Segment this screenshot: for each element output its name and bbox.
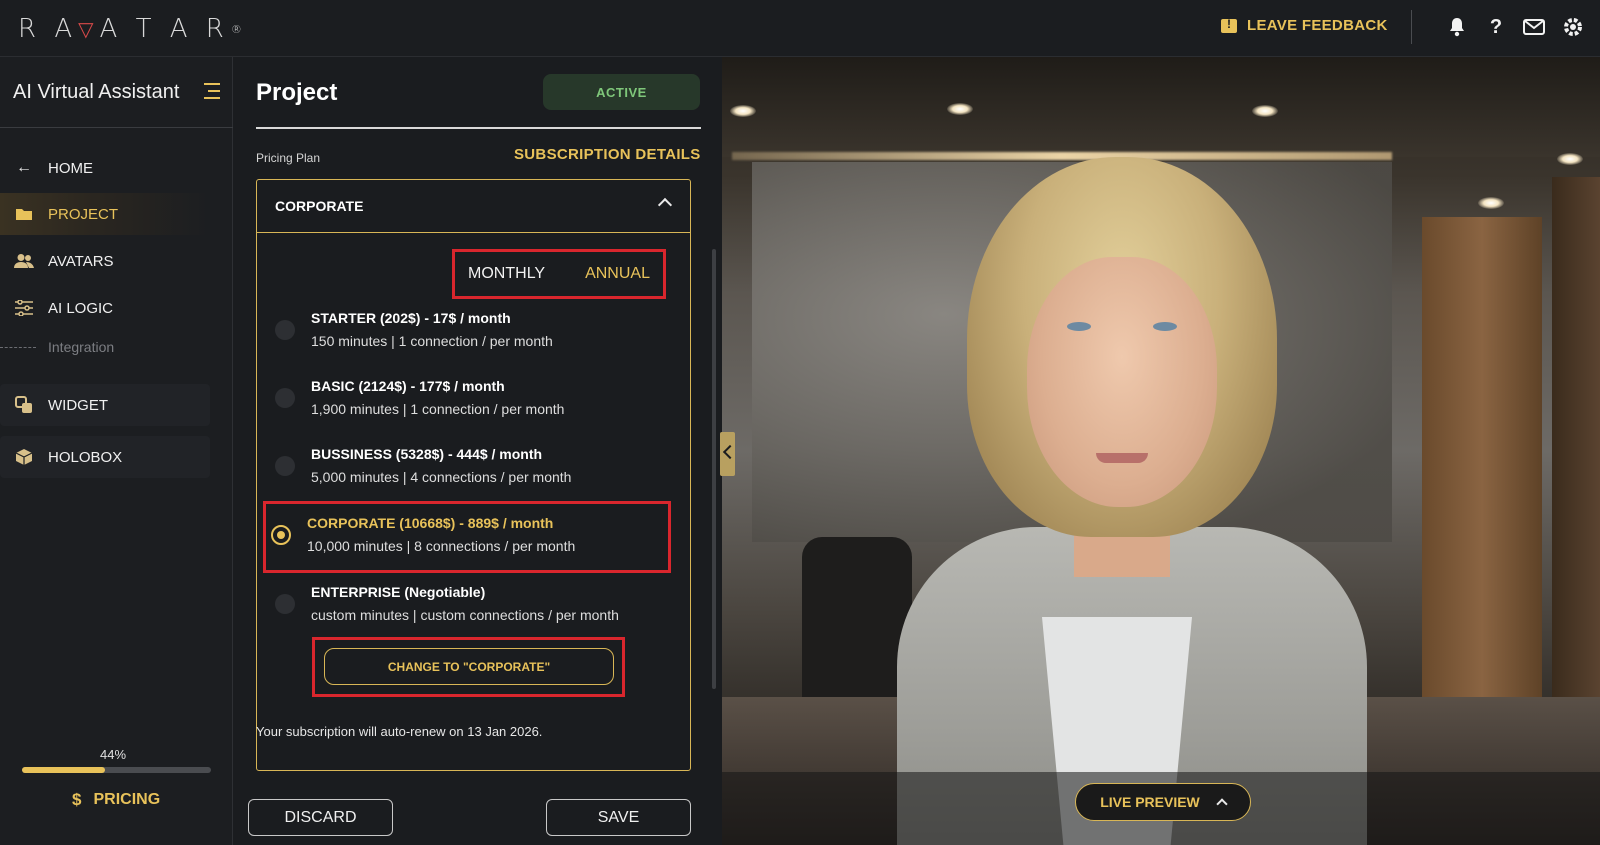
sidebar-item-label: PROJECT [48, 205, 119, 223]
usage-progress-label: 44% [100, 747, 127, 762]
arrow-left-icon: ← [16, 159, 32, 176]
sidebar-item-project[interactable]: PROJECT [0, 193, 210, 235]
usage-progress-bar [22, 767, 211, 773]
pricing-plan-label: Pricing Plan [256, 151, 321, 165]
integration-section-label: Integration [0, 339, 114, 355]
plan-name: ENTERPRISE (Negotiable) [311, 584, 486, 600]
ceiling-light [1557, 153, 1583, 165]
ceiling-light [947, 103, 973, 115]
avatar-face [1027, 257, 1217, 507]
chevron-up-icon [1216, 798, 1228, 810]
folder-icon [14, 204, 34, 224]
ravatar-logo[interactable]: R A ▽ A T A R ® [18, 8, 242, 50]
billing-period-toggle: MONTHLY ANNUAL [452, 249, 666, 299]
plan-option-starter[interactable]: STARTER (202$) - 17$ / month 150 minutes… [267, 298, 674, 366]
gear-icon[interactable] [1560, 14, 1586, 40]
plan-description: 10,000 minutes | 8 connections / per mon… [307, 538, 576, 554]
help-icon[interactable]: ? [1483, 14, 1509, 40]
pricing-button[interactable]: $ PRICING [72, 790, 160, 810]
mail-icon[interactable] [1521, 14, 1547, 40]
plan-name: CORPORATE (10668$) - 889$ / month [307, 515, 554, 531]
ceiling [722, 57, 1600, 157]
monthly-option[interactable]: MONTHLY [448, 265, 565, 283]
plan-dropdown-header[interactable]: CORPORATE [257, 180, 690, 233]
top-bar: R A ▽ A T A R® LEAVE FEEDBACK ? [0, 0, 1600, 57]
change-plan-button[interactable]: CHANGE TO "CORPORATE" [324, 648, 614, 685]
sidebar-item-label: WIDGET [48, 396, 108, 414]
auto-renew-text: Your subscription will auto-renew on 13 … [256, 724, 543, 739]
header-divider [1411, 10, 1412, 44]
wall-glow [732, 152, 1392, 160]
chevron-up-icon [657, 197, 673, 213]
current-plan-label: CORPORATE [275, 198, 364, 214]
plan-name: BASIC (2124$) - 177$ / month [311, 378, 505, 394]
sidebar-item-holobox[interactable]: HOLOBOX [0, 436, 210, 478]
wood-panel [1422, 217, 1542, 737]
avatar-preview: LIVE PREVIEW [722, 57, 1600, 845]
integration-label: Integration [48, 339, 115, 355]
ceiling-light [1252, 105, 1278, 117]
sidebar-item-label: HOLOBOX [48, 448, 123, 466]
box-icon [14, 447, 34, 467]
discard-button[interactable]: DISCARD [248, 799, 393, 836]
panel-scrollbar[interactable] [712, 249, 716, 689]
users-icon [14, 251, 34, 271]
page-title: Project [256, 79, 338, 106]
live-preview-button[interactable]: LIVE PREVIEW [1075, 783, 1251, 821]
radio-button[interactable] [275, 388, 295, 408]
dollar-icon: $ [72, 790, 82, 809]
radio-button[interactable] [275, 320, 295, 340]
sidebar: AI Virtual Assistant ← HOME PROJECT AVAT… [0, 57, 233, 845]
wood-panel [1552, 177, 1600, 777]
sidebar-item-widget[interactable]: WIDGET [0, 384, 210, 426]
save-button[interactable]: SAVE [546, 799, 691, 836]
title-underline [256, 127, 701, 129]
plan-description: 1,900 minutes | 1 connection / per month [311, 401, 565, 417]
live-preview-label: LIVE PREVIEW [1100, 794, 1200, 810]
plan-option-corporate[interactable]: CORPORATE (10668$) - 889$ / month 10,000… [263, 501, 671, 573]
subscription-details-link[interactable]: SUBSCRIPTION DETAILS [514, 146, 701, 163]
collapse-sidebar-icon[interactable] [204, 83, 222, 99]
change-plan-highlight: CHANGE TO "CORPORATE" [312, 637, 625, 697]
leave-feedback-label: LEAVE FEEDBACK [1247, 17, 1388, 34]
avatar-mouth [1096, 453, 1148, 463]
panel-resize-handle[interactable] [720, 432, 735, 476]
annual-option[interactable]: ANNUAL [565, 265, 670, 283]
plan-name: BUSSINESS (5328$) - 444$ / month [311, 446, 543, 462]
sidebar-divider [0, 127, 233, 128]
plan-name: STARTER (202$) - 17$ / month [311, 310, 511, 326]
dashed-divider [0, 346, 36, 348]
usage-progress-fill [22, 767, 106, 773]
radio-button-selected[interactable] [271, 525, 291, 545]
sidebar-item-ai-logic[interactable]: AI LOGIC [0, 287, 210, 329]
widget-icon [14, 395, 34, 415]
sidebar-item-label: AI LOGIC [48, 299, 114, 317]
sliders-icon [14, 298, 34, 318]
status-badge: ACTIVE [543, 74, 700, 110]
office-chair [802, 537, 912, 707]
sidebar-item-avatars[interactable]: AVATARS [0, 240, 210, 282]
avatar-eye [1153, 322, 1177, 331]
plan-option-basic[interactable]: BASIC (2124$) - 177$ / month 1,900 minut… [267, 366, 674, 434]
radio-button[interactable] [275, 594, 295, 614]
pricing-plan-dropdown: CORPORATE MONTHLY ANNUAL STARTER (202$) … [256, 179, 691, 771]
project-panel: Project ACTIVE Pricing Plan SUBSCRIPTION… [233, 57, 722, 845]
ceiling-light [1478, 197, 1504, 209]
sidebar-item-label: HOME [48, 159, 93, 177]
workspace-title: AI Virtual Assistant [13, 81, 180, 103]
avatar-eye [1067, 322, 1091, 331]
feedback-icon [1221, 17, 1237, 33]
sidebar-item-label: AVATARS [48, 252, 114, 270]
plan-description: 150 minutes | 1 connection / per month [311, 333, 553, 349]
plan-option-enterprise[interactable]: ENTERPRISE (Negotiable) custom minutes |… [267, 572, 674, 640]
pricing-label: PRICING [93, 791, 161, 808]
plan-description: 5,000 minutes | 4 connections / per mont… [311, 469, 572, 485]
leave-feedback-button[interactable]: LEAVE FEEDBACK [1221, 17, 1388, 34]
bell-icon[interactable] [1444, 14, 1470, 40]
plan-option-business[interactable]: BUSSINESS (5328$) - 444$ / month 5,000 m… [267, 434, 674, 502]
sidebar-item-home[interactable]: ← HOME [0, 147, 210, 189]
radio-button[interactable] [275, 456, 295, 476]
plan-description: custom minutes | custom connections / pe… [311, 607, 619, 623]
ceiling-light [730, 105, 756, 117]
